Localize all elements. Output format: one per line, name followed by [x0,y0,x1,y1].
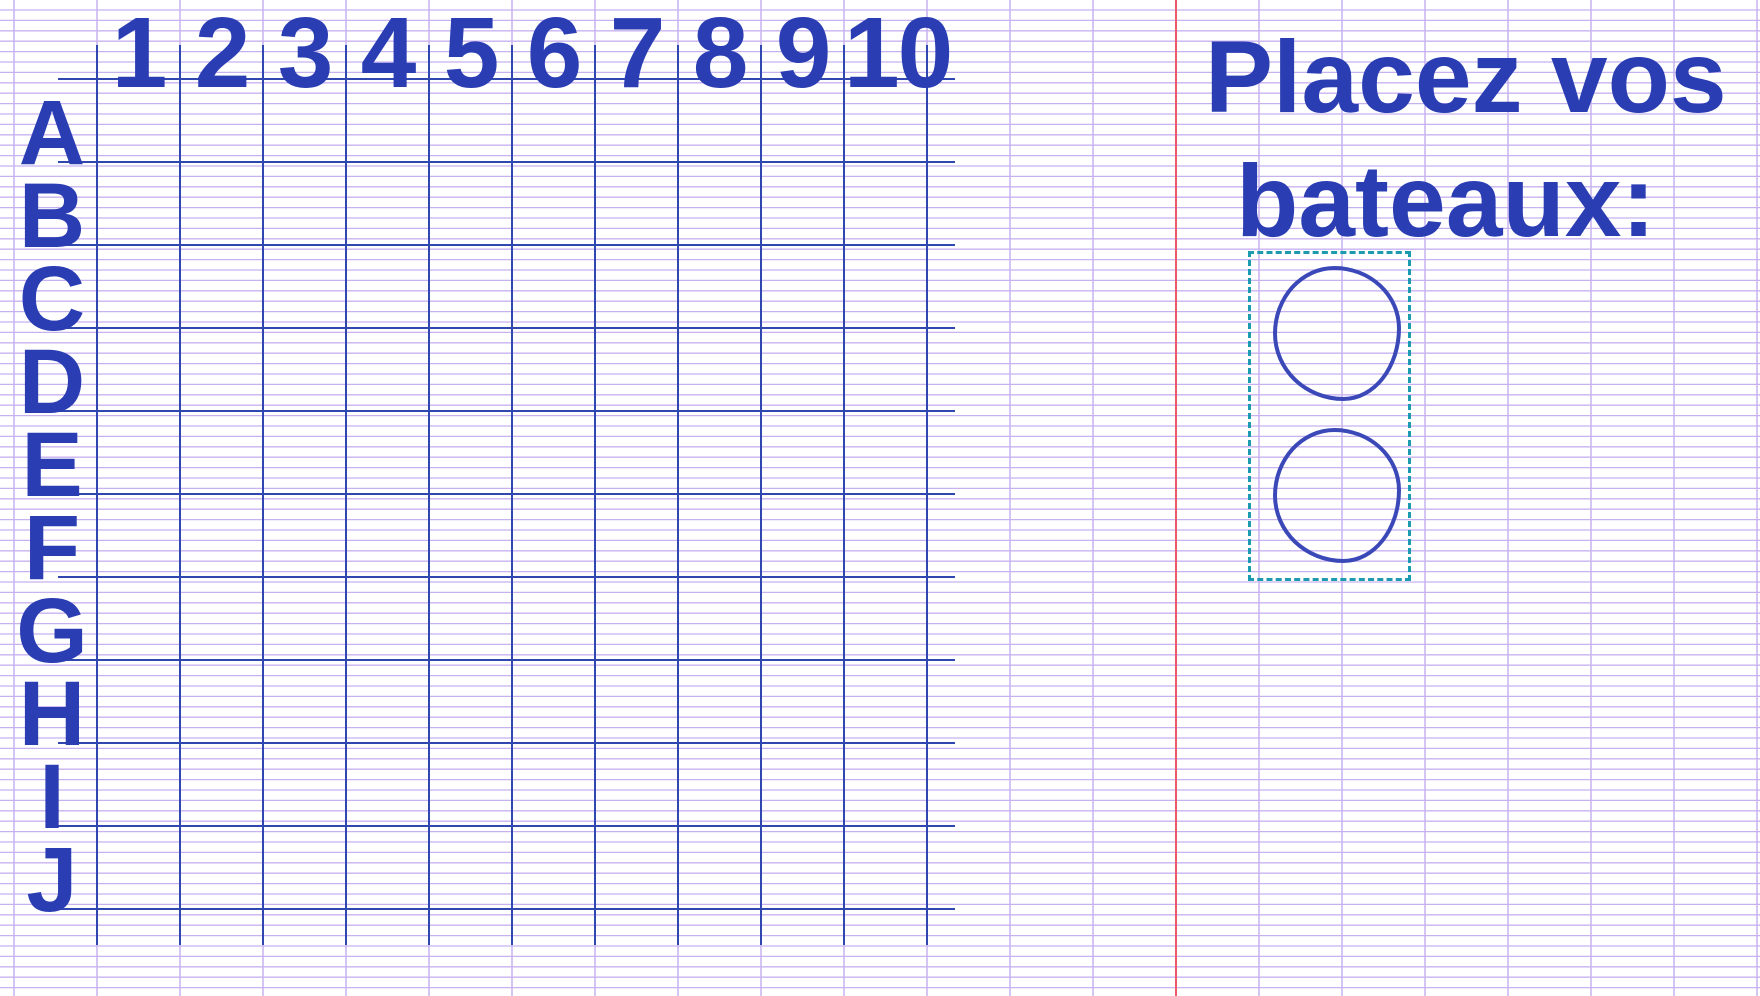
column-label: 3 [277,0,334,109]
column-label: 2 [194,0,251,109]
instruction-title-line2: bateaux: [1236,144,1656,258]
row-label: J [26,829,78,931]
game-board-grid[interactable] [58,45,955,945]
instruction-title-line1: Placez vos [1205,20,1727,134]
column-label: 9 [775,0,832,109]
ship-peg[interactable] [1273,266,1401,401]
column-label: 5 [443,0,500,109]
ship-tray[interactable] [1248,251,1411,581]
column-label: 6 [526,0,583,109]
column-label: 8 [692,0,749,109]
column-label: 1 [111,0,168,109]
column-label: 10 [844,0,953,109]
column-label: 4 [360,0,417,109]
column-label: 7 [609,0,666,109]
ship-peg[interactable] [1273,428,1401,563]
